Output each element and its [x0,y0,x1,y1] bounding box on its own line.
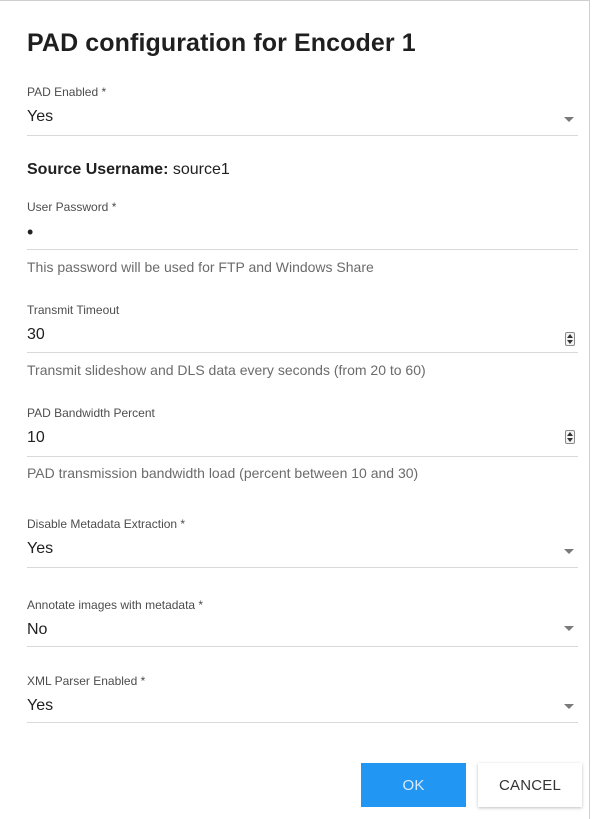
transmit-timeout-input[interactable]: 30 [27,326,578,344]
disable-metadata-value: Yes [27,540,54,557]
user-password-helper: This password will be used for FTP and W… [27,259,374,275]
pad-enabled-label: PAD Enabled * [27,85,107,99]
transmit-timeout-spinner[interactable] [565,332,575,346]
dialog-title: PAD configuration for Encoder 1 [27,29,416,57]
pad-bandwidth-spinner[interactable] [565,430,575,444]
spinner-up-icon[interactable] [567,334,573,338]
pad-bandwidth-field[interactable]: PAD Bandwidth Percent 10 [27,406,578,458]
annotate-images-value: No [27,621,48,638]
pad-enabled-select[interactable]: PAD Enabled * Yes [27,85,578,137]
spinner-down-icon[interactable] [567,438,573,442]
transmit-timeout-helper: Transmit slideshow and DLS data every se… [27,362,426,378]
annotate-images-label: Annotate images with metadata * [27,598,204,612]
spinner-down-icon[interactable] [567,340,573,344]
user-password-input[interactable]: • [27,223,578,241]
source-username: Source Username: source1 [27,161,230,179]
pad-config-dialog: PAD configuration for Encoder 1 PAD Enab… [0,0,590,819]
spinner-up-icon[interactable] [567,432,573,436]
source-username-label: Source Username: [27,161,169,178]
transmit-timeout-underline [27,352,578,353]
pad-enabled-underline [27,135,578,136]
cancel-button[interactable]: CANCEL [478,763,582,807]
chevron-down-icon [564,549,574,554]
source-username-value: source1 [172,161,230,178]
pad-enabled-value: Yes [27,108,54,125]
annotate-images-underline [27,646,578,647]
chevron-down-icon [564,626,574,631]
transmit-timeout-field[interactable]: Transmit Timeout 30 [27,303,578,355]
annotate-images-select[interactable]: Annotate images with metadata * No [27,598,578,648]
chevron-down-icon [564,704,574,709]
disable-metadata-select[interactable]: Disable Metadata Extraction * Yes [27,517,578,569]
xml-parser-underline [27,722,578,723]
pad-bandwidth-underline [27,456,578,457]
xml-parser-select[interactable]: XML Parser Enabled * Yes [27,674,578,724]
pad-bandwidth-helper: PAD transmission bandwidth load (percent… [27,465,419,481]
user-password-label: User Password * [27,200,117,214]
disable-metadata-label: Disable Metadata Extraction * [27,517,186,531]
chevron-down-icon [564,117,574,122]
user-password-field[interactable]: User Password * • [27,200,578,252]
user-password-underline [27,249,578,250]
ok-button[interactable]: OK [361,763,466,807]
xml-parser-label: XML Parser Enabled * [27,674,146,688]
transmit-timeout-label: Transmit Timeout [27,303,120,317]
pad-bandwidth-input[interactable]: 10 [27,429,578,447]
disable-metadata-underline [27,567,578,568]
pad-bandwidth-label: PAD Bandwidth Percent [27,406,155,420]
xml-parser-value: Yes [27,697,54,714]
